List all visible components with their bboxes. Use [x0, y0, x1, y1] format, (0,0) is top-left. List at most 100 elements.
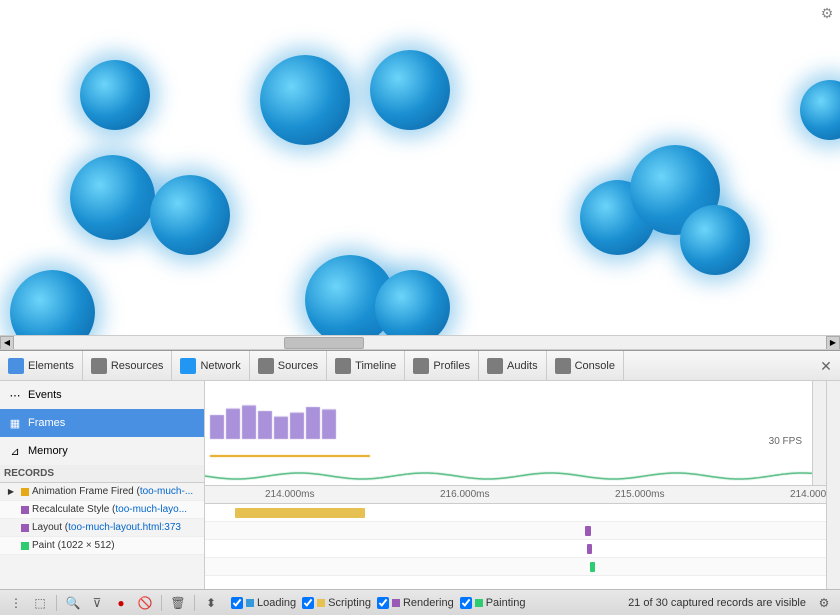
ruler-mark: 215.000ms	[615, 489, 664, 500]
trash-button[interactable]: 🗑	[168, 593, 188, 613]
rendering-checkbox-input[interactable]	[377, 597, 389, 609]
dock-button[interactable]: ⬚	[30, 593, 50, 613]
close-devtools-button[interactable]: ✕	[812, 351, 840, 381]
bubble	[800, 80, 840, 140]
settings-button[interactable]: ⚙	[814, 593, 834, 613]
record-bar-animation-frame	[235, 508, 365, 518]
record-row-left-paint: Paint (1022 × 512)	[0, 537, 204, 555]
checkbox-painting[interactable]: Painting	[460, 597, 526, 609]
records-section: 214.000ms216.000ms215.000ms214.000ms	[205, 486, 826, 589]
scroll-right-button[interactable]: ▶	[826, 336, 840, 350]
record-label-layout: Layout (too-much-layout.html:373	[32, 522, 181, 533]
record-row-right-animation-frame	[205, 504, 826, 522]
separator-1	[56, 595, 57, 611]
checkbox-rendering[interactable]: Rendering	[377, 597, 454, 609]
memory-label: Memory	[28, 445, 68, 457]
painting-checkbox-input[interactable]	[460, 597, 472, 609]
loading-checkbox-input[interactable]	[231, 597, 243, 609]
tab-network[interactable]: Network	[172, 351, 249, 380]
checkbox-loading[interactable]: Loading	[231, 597, 296, 609]
record-row-left-animation-frame: ▶ Animation Frame Fired (too-much-...	[0, 483, 204, 501]
filter-icon[interactable]: ⊽	[87, 593, 107, 613]
painting-color	[475, 599, 483, 607]
bubble	[680, 205, 750, 275]
audits-tab-label: Audits	[507, 360, 538, 372]
record-row-left-recalculate-style: Recalculate Style (too-much-layo...	[0, 501, 204, 519]
checkbox-scripting[interactable]: Scripting	[302, 597, 371, 609]
ruler-mark: 216.000ms	[440, 489, 489, 500]
record-bar-layout	[587, 544, 592, 554]
tab-elements[interactable]: Elements	[0, 351, 83, 380]
sources-tab-icon	[258, 358, 274, 374]
record-row-right-recalculate-style	[205, 522, 826, 540]
right-scrollbar[interactable]	[826, 381, 840, 589]
loading-color	[246, 599, 254, 607]
devtools-panel: Elements ResourcesNetwork Sources Timeline P…	[0, 350, 840, 615]
tab-console[interactable]: Console	[547, 351, 624, 380]
record-expand-paint[interactable]	[4, 539, 18, 553]
bubble	[70, 155, 155, 240]
record-label-recalculate-style: Recalculate Style (too-much-layo...	[32, 504, 187, 515]
tab-sources[interactable]: Sources	[250, 351, 327, 380]
left-panel-item-events[interactable]: ⋯Events	[0, 381, 204, 409]
search-button[interactable]: 🔍	[63, 593, 83, 613]
viewport-scrollbar[interactable]: ◀ ▶	[0, 335, 840, 349]
record-expand-animation-frame[interactable]: ▶	[4, 485, 18, 499]
rendering-color	[392, 599, 400, 607]
devtools-toolbar: Elements ResourcesNetwork Sources Timeline P…	[0, 351, 840, 381]
timeline-area: 30 FPS 214.000ms216.000ms215.000ms214.00…	[205, 381, 826, 589]
record-row-left-layout: Layout (too-much-layout.html:373	[0, 519, 204, 537]
separator-2	[161, 595, 162, 611]
rendering-label: Rendering	[403, 597, 454, 609]
tab-resources[interactable]: Resources	[83, 351, 173, 380]
record-expand-recalculate-style[interactable]	[4, 503, 18, 517]
visible-records-text: 21 of 30 captured records are visible	[628, 597, 806, 609]
bubble	[150, 175, 230, 255]
scroll-left-button[interactable]: ◀	[0, 336, 14, 350]
profiles-tab-icon	[413, 358, 429, 374]
scrollbar-thumb[interactable]	[284, 337, 364, 349]
records-left-panel: ▶ Animation Frame Fired (too-much-... Reca…	[0, 483, 204, 555]
resources-tab-icon	[91, 358, 107, 374]
elements-tab-label: Elements	[28, 360, 74, 372]
scripting-checkbox-input[interactable]	[302, 597, 314, 609]
stop-button[interactable]: 🚫	[135, 593, 155, 613]
records-list	[205, 504, 826, 589]
audits-tab-icon	[487, 358, 503, 374]
left-panel-item-frames[interactable]: ▦Frames	[0, 409, 204, 437]
events-label: Events	[28, 389, 62, 401]
separator-3	[194, 595, 195, 611]
record-button[interactable]: ●	[111, 593, 131, 613]
timeline-tab-icon	[335, 358, 351, 374]
record-row-right-paint	[205, 558, 826, 576]
record-row-right-layout	[205, 540, 826, 558]
timeline-ruler: 214.000ms216.000ms215.000ms214.000ms	[205, 486, 826, 504]
ruler-mark: 214.000ms	[790, 489, 826, 500]
record-color-animation-frame	[21, 488, 29, 496]
chart-scrollbar[interactable]	[812, 381, 826, 485]
browser-viewport: ⚙ ◀ ▶	[0, 0, 840, 350]
record-expand-layout[interactable]	[4, 521, 18, 535]
elements-tab-icon	[8, 358, 24, 374]
left-panel-item-memory[interactable]: ⊿Memory	[0, 437, 204, 465]
painting-label: Painting	[486, 597, 526, 609]
bubble	[375, 270, 450, 345]
record-label-animation-frame: Animation Frame Fired (too-much-...	[32, 486, 193, 497]
tab-profiles[interactable]: Profiles	[405, 351, 479, 380]
chart-canvas	[205, 381, 826, 485]
scripting-color	[317, 599, 325, 607]
filter-button[interactable]: ⋮	[6, 593, 26, 613]
sources-tab-label: Sources	[278, 360, 318, 372]
bubble-canvas	[0, 0, 840, 335]
scrollbar-track[interactable]	[14, 336, 826, 350]
tab-audits[interactable]: Audits	[479, 351, 547, 380]
network-tab-icon	[180, 358, 196, 374]
tab-timeline[interactable]: Timeline	[327, 351, 405, 380]
record-color-recalculate-style	[21, 506, 29, 514]
import-button[interactable]: ⬍	[201, 593, 221, 613]
loading-label: Loading	[257, 597, 296, 609]
record-color-paint	[21, 542, 29, 550]
gear-icon[interactable]: ⚙	[818, 4, 836, 22]
status-bar: ⋮ ⬚ 🔍 ⊽ ● 🚫 🗑 ⬍ Loading Scripting Renderin…	[0, 589, 840, 615]
timeline-tab-label: Timeline	[355, 360, 396, 372]
